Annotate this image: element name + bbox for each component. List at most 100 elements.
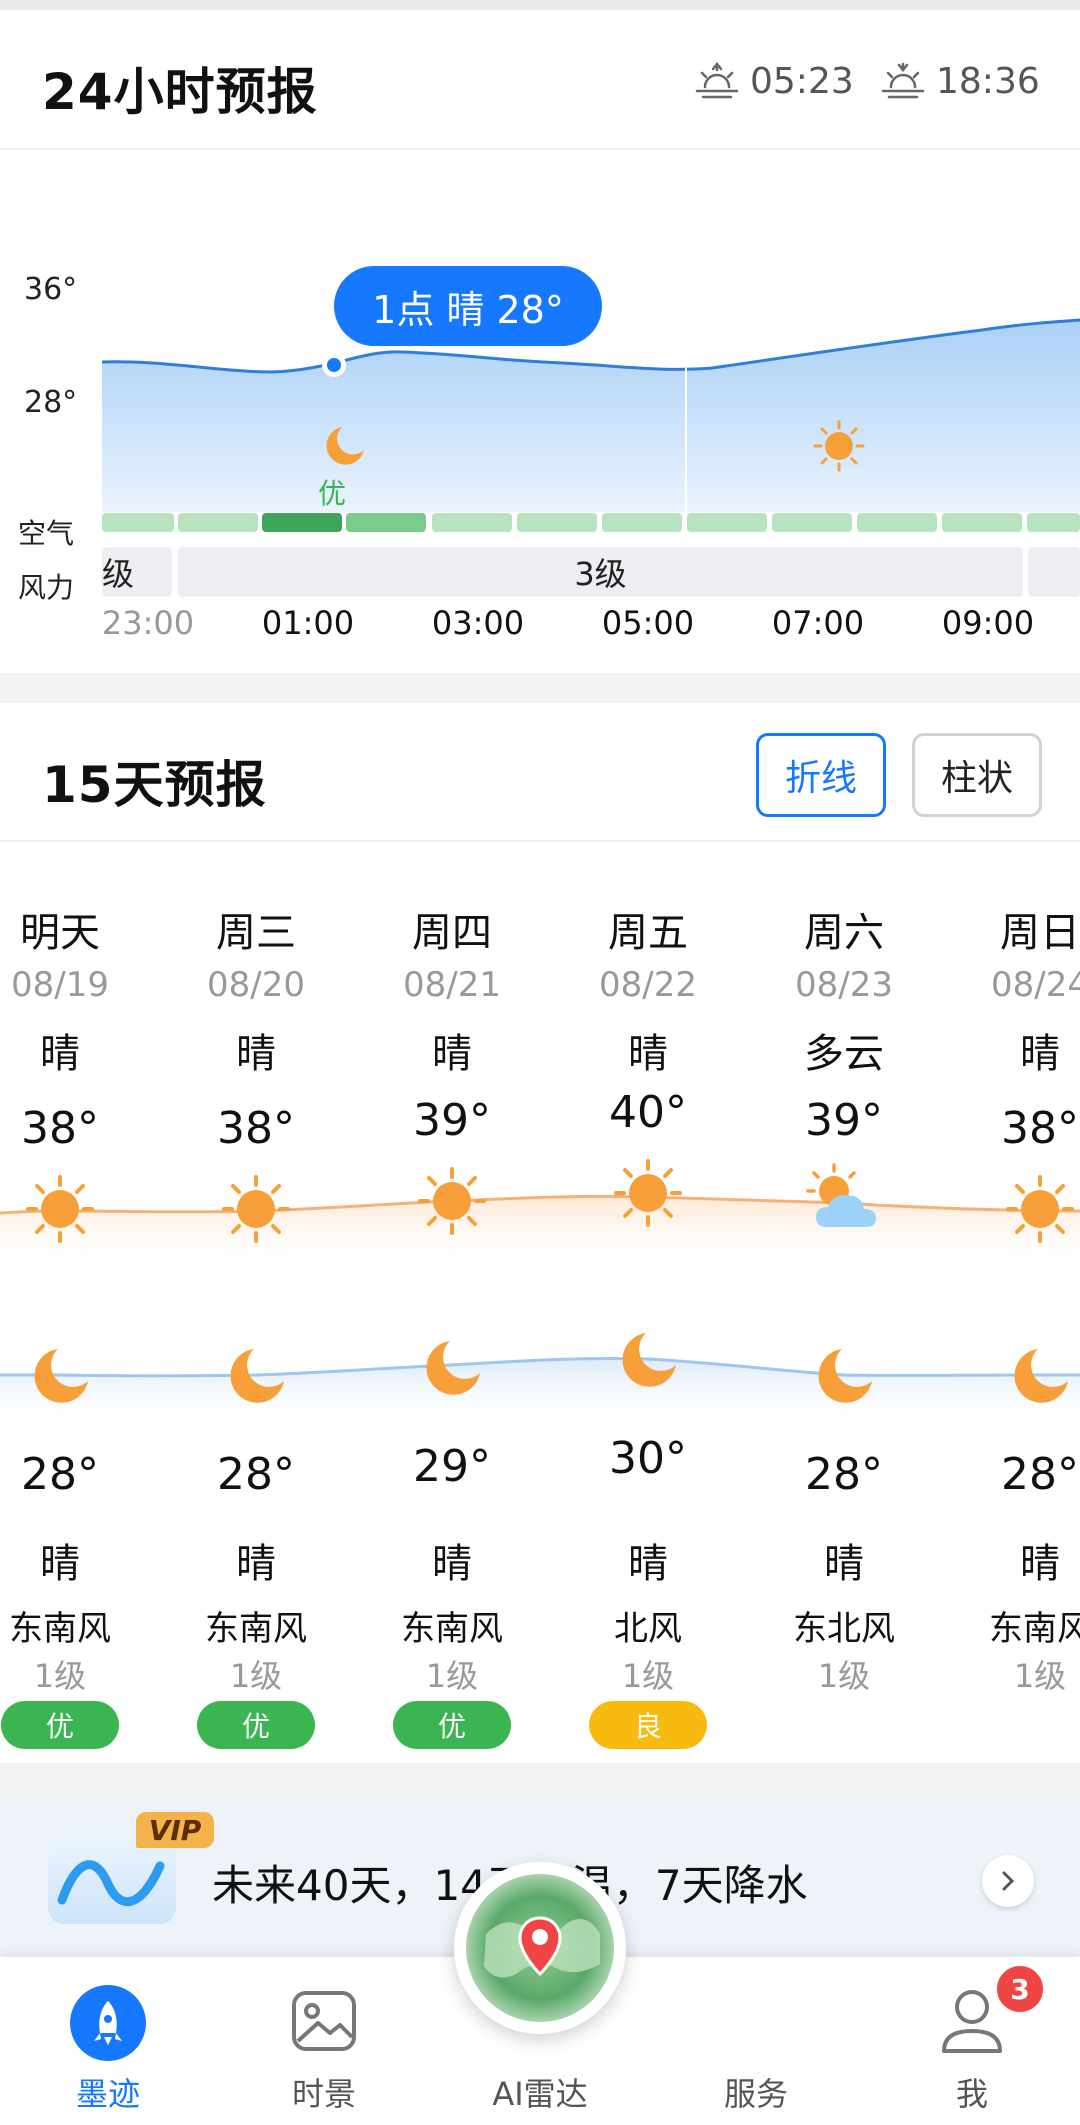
day-column[interactable]: 周四 08/21 晴 39° 29° 晴 东南风 1级 优	[354, 703, 550, 1763]
aq-segment	[602, 513, 682, 532]
day-weather: 晴	[1020, 1031, 1060, 1077]
moon-icon	[426, 1341, 480, 1395]
high-temp: 39°	[413, 1095, 491, 1146]
day-date: 08/20	[207, 965, 305, 1005]
header-divider	[0, 148, 1080, 150]
moon-icon	[230, 1349, 284, 1403]
aq-segment-selected	[262, 513, 342, 532]
low-temp: 28°	[21, 1449, 99, 1500]
nav-item-service[interactable]: 服务	[686, 1957, 826, 2125]
radar-map-icon	[466, 1874, 614, 2022]
time-label: 23:00	[101, 604, 195, 642]
nav-label: 我	[955, 2075, 988, 2113]
aq-segment	[857, 513, 937, 532]
aq-segment	[432, 513, 512, 532]
hourly-title: 24小时预报	[42, 63, 318, 121]
wind-direction: 东南风	[9, 1609, 111, 1649]
aq-segment	[102, 513, 174, 532]
low-temp: 30°	[609, 1433, 687, 1484]
wind-level: 1级	[229, 1657, 283, 1695]
moon-icon	[818, 1349, 872, 1403]
y-label-high: 36°	[24, 272, 78, 307]
day-name: 明天	[20, 910, 100, 956]
sunset-time: 18:36	[936, 60, 1040, 102]
nav-label: 时景	[291, 2075, 356, 2113]
day-column[interactable]: 明天 08/19 晴 38° 28° 晴 东南风 1级 优	[0, 703, 158, 1763]
wind-bar-partial-right	[1028, 547, 1080, 597]
sun-icon	[813, 420, 865, 472]
day-column[interactable]: 周日 08/24 晴 38° 28° 晴 东南风 1级	[942, 703, 1080, 1763]
moon-icon	[1014, 1349, 1068, 1403]
wind-direction: 东南风	[989, 1609, 1080, 1649]
wind-bar-partial: 级	[102, 547, 172, 597]
aq-segment	[942, 513, 1022, 532]
low-temp: 28°	[217, 1449, 295, 1500]
night-weather: 晴	[236, 1541, 276, 1587]
day-name: 周三	[216, 910, 296, 956]
aq-segment	[178, 513, 258, 532]
air-row-label: 空气	[18, 517, 75, 550]
aqi-badge: 优	[197, 1701, 315, 1749]
sunrise-icon	[695, 61, 739, 99]
sunset-icon	[881, 62, 925, 99]
vip-badge: VIP	[136, 1812, 214, 1848]
time-label: 07:00	[771, 604, 865, 642]
low-temp: 28°	[1001, 1449, 1079, 1500]
day-weather: 多云	[804, 1031, 884, 1077]
wind-level: 1级	[621, 1657, 675, 1695]
wind-level: 1级	[1013, 1657, 1067, 1695]
daily-forecast-card: 15天预报 折线 柱状 明天 08/19 晴 38° 28° 晴 东南风 1级	[0, 703, 1080, 1763]
time-label: 03:00	[431, 604, 525, 642]
day-date: 08/19	[11, 965, 109, 1005]
high-temp: 38°	[1001, 1103, 1079, 1154]
wind-direction: 东南风	[401, 1609, 503, 1649]
notification-badge: 3	[994, 1963, 1046, 2015]
day-name: 周五	[608, 910, 688, 956]
low-temp: 28°	[805, 1449, 883, 1500]
day-name: 周四	[412, 910, 492, 956]
aq-label: 优	[318, 477, 347, 510]
aqi-badge: 优	[393, 1701, 511, 1749]
nav-item-shijing[interactable]: 时景	[254, 1957, 394, 2125]
aq-segment	[346, 513, 426, 532]
wind-level: 1级	[33, 1657, 87, 1695]
day-column[interactable]: 周三 08/20 晴 38° 28° 晴 东南风 1级 优	[158, 703, 354, 1763]
wind-direction: 东南风	[205, 1609, 307, 1649]
wind-level: 1级	[425, 1657, 479, 1695]
forecast-trend-icon	[48, 1836, 176, 1924]
aqi-badge: 优	[1, 1701, 119, 1749]
nav-item-me[interactable]: 3 我	[902, 1957, 1046, 2125]
night-weather: 晴	[628, 1541, 668, 1587]
day-date: 08/22	[599, 965, 697, 1005]
day-date: 08/24	[991, 965, 1080, 1005]
wind-direction: 北风	[614, 1609, 682, 1649]
time-label: 01:00	[261, 604, 355, 642]
nav-item-moji[interactable]: 墨迹	[38, 1957, 178, 2125]
day-date: 08/21	[403, 965, 501, 1005]
night-weather: 晴	[824, 1541, 864, 1587]
high-temp: 38°	[21, 1103, 99, 1154]
chevron-right-icon	[1002, 1871, 1015, 1891]
sunrise-info: 05:23	[694, 56, 854, 106]
sun-icon	[614, 1159, 682, 1227]
picture-icon	[292, 1991, 356, 2051]
day-weather: 晴	[432, 1031, 472, 1077]
promo-arrow-button[interactable]	[982, 1855, 1034, 1907]
nav-label: AI雷达	[492, 2075, 588, 2113]
day-name: 周六	[804, 910, 884, 956]
hourly-tooltip: 1点 晴 28°	[334, 266, 602, 346]
day-date: 08/23	[795, 965, 893, 1005]
night-weather: 晴	[40, 1541, 80, 1587]
partly-cloudy-icon	[806, 1163, 876, 1227]
day-column[interactable]: 周六 08/23 多云 39° 28° 晴 东北风 1级	[746, 703, 942, 1763]
night-weather: 晴	[1020, 1541, 1060, 1587]
ai-radar-floating-button[interactable]	[454, 1862, 626, 2034]
top-divider	[0, 0, 1080, 10]
aq-segment	[772, 513, 852, 532]
sunset-info: 18:36	[880, 56, 1040, 106]
day-name: 周日	[1000, 910, 1080, 956]
day-weather: 晴	[628, 1031, 668, 1077]
moon-icon	[34, 1349, 88, 1403]
moon-icon	[622, 1333, 676, 1387]
day-column[interactable]: 周五 08/22 晴 40° 30° 晴 北风 1级 良	[550, 703, 746, 1763]
